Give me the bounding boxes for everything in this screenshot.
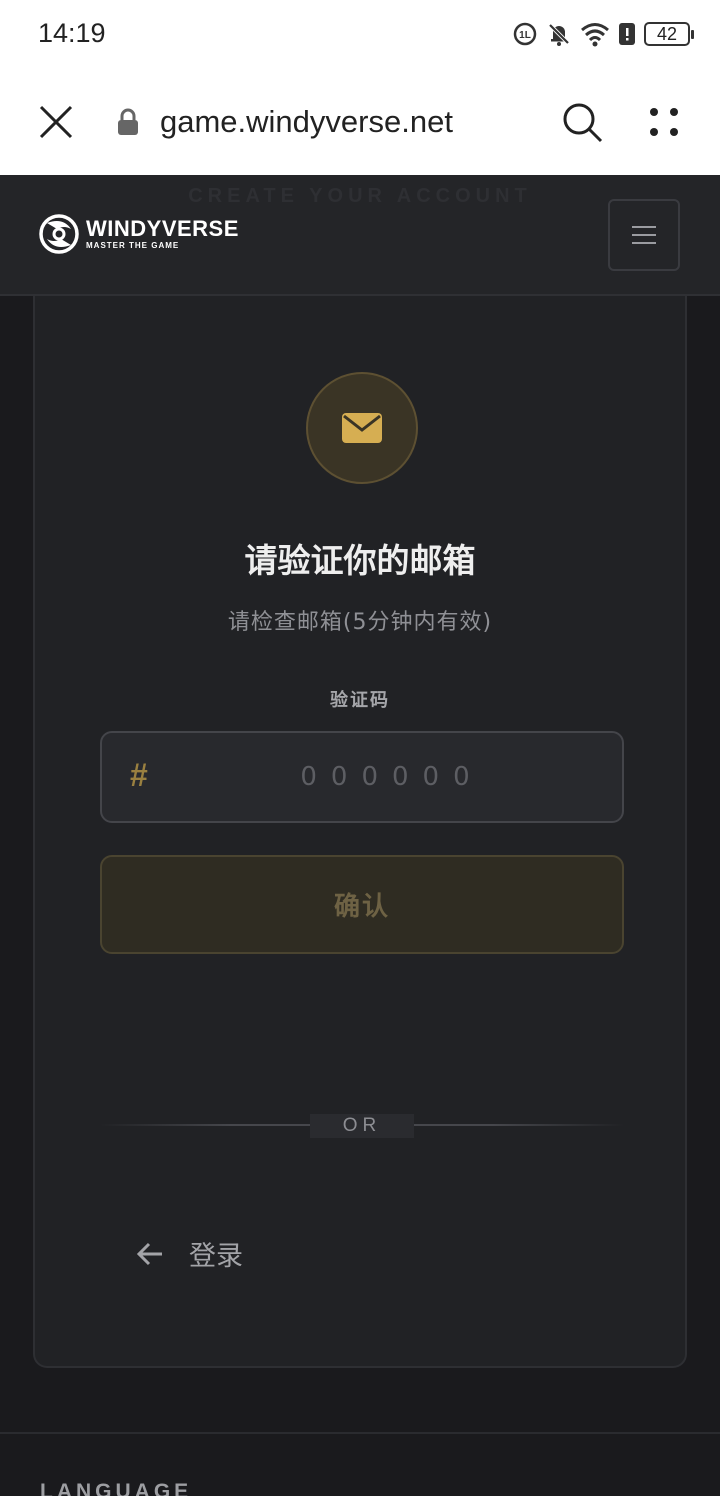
code-input[interactable] [182,733,602,821]
menu-button[interactable] [608,199,680,271]
mute-icon [548,23,570,46]
more-icon[interactable] [644,102,684,142]
code-field[interactable]: # [100,731,624,823]
status-icons: 1L 42 [512,20,694,48]
hamburger-icon-line [632,234,656,236]
url-field[interactable]: game.windyverse.net [160,104,453,140]
close-icon[interactable] [36,102,76,142]
code-label: 验证码 [330,690,390,711]
battery-level: 42 [656,23,678,44]
footer-divider [0,1432,720,1434]
data-saver-icon: 1L [513,22,537,46]
page-title: 请验证你的邮箱 [244,541,476,580]
hamburger-icon-line [632,226,656,228]
browser-bar: game.windyverse.net [0,68,720,175]
language-heading: LANGUAGE [40,1480,193,1496]
mail-badge [306,372,418,484]
wifi-icon [581,23,609,47]
logo-tagline: MASTER THE GAME [86,241,180,250]
hash-icon: # [130,757,148,793]
logo-swirl-icon [39,214,79,254]
logo-text: WINDYVERSE MASTER THE GAME [86,217,239,251]
hamburger-icon-line [632,242,656,244]
arrow-left-icon [136,1242,162,1265]
site-header: CREATE YOUR ACCOUNT WINDYVERSE MASTER TH… [0,175,720,296]
status-bar: 14:19 1L 42 [0,0,720,68]
logo-name: WINDYVERSE [86,216,239,241]
svg-text:1L: 1L [519,30,531,41]
verify-email-card: 请验证你的邮箱 请检查邮箱(5分钟内有效) 验证码 # 确认 OR 登录 [33,296,687,1368]
battery-icon: 42 [644,22,694,46]
battery-alert-icon [619,23,635,45]
mail-icon [342,413,382,443]
lock-icon [118,108,138,135]
logo[interactable]: WINDYVERSE MASTER THE GAME [38,209,239,259]
search-icon[interactable] [560,100,604,144]
status-time: 14:19 [38,18,106,48]
confirm-button[interactable]: 确认 [100,855,624,954]
back-to-login-link[interactable]: 登录 [135,1234,243,1273]
page-subtitle: 请检查邮箱(5分钟内有效) [227,610,493,635]
or-label: OR [310,1114,414,1138]
login-label: 登录 [189,1241,243,1272]
